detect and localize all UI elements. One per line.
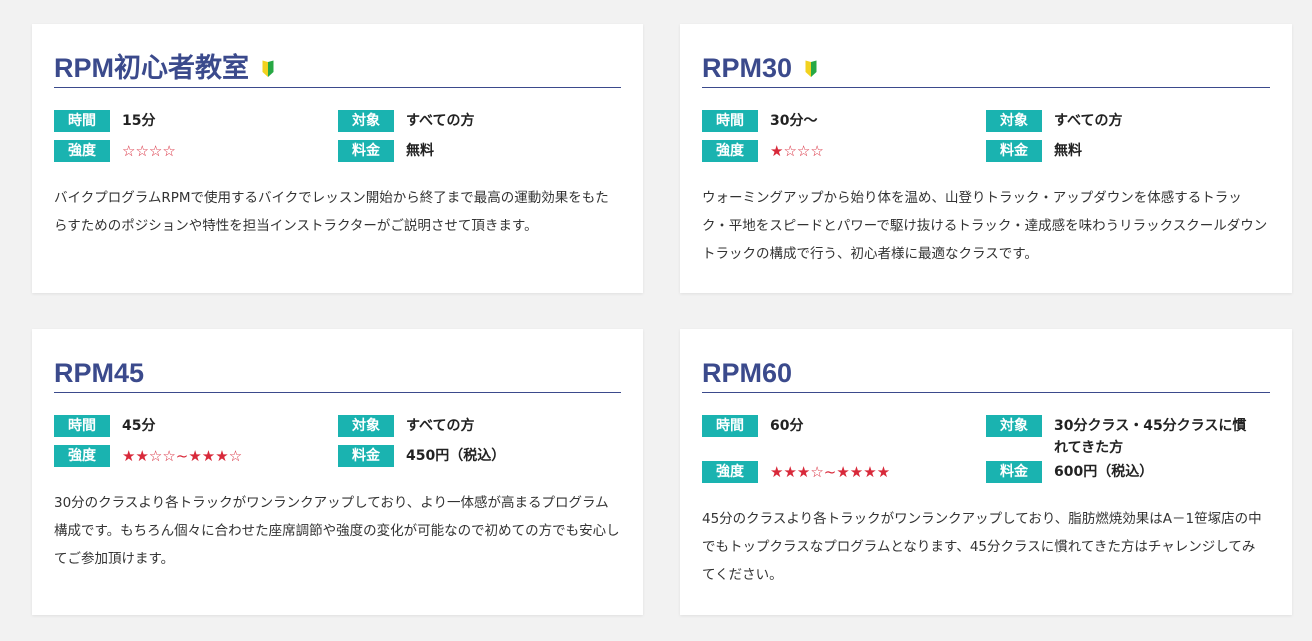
time-tag: 時間 [702,415,758,437]
intensity-stars: ☆☆☆☆ [122,142,176,160]
intensity-tag: 強度 [702,140,758,162]
class-description: バイクプログラムRPMで使用するバイクでレッスン開始から終了まで最高の運動効果を… [54,190,609,234]
class-card-rpm60: RPM60 時間 60分 対象 30分クラス・45分クラスに慣れてきた方 強度 … [680,329,1292,615]
target-tag: 対象 [338,110,394,132]
intensity-tag: 強度 [702,461,758,483]
fee-tag: 料金 [986,461,1042,483]
time-value: 60分 [770,418,804,434]
class-description: 45分のクラスより各トラックがワンランクアップしており、脂肪燃焼効果はA－1笹塚… [702,511,1262,583]
card-title-text: RPM45 [54,357,145,388]
target-tag: 対象 [338,415,394,437]
fee-value: 600円（税込） [1054,464,1154,480]
card-title-text: RPM30 [702,52,793,83]
info-row-target: 対象 すべての方 [338,415,474,437]
fee-tag: 料金 [338,140,394,162]
class-description: ウォーミングアップから始り体を温め、山登りトラック・アップダウンを体感するトラッ… [702,190,1268,262]
target-tag: 対象 [986,415,1042,437]
time-value: 30分～ [770,113,818,129]
card-title-text: RPM60 [702,357,793,388]
target-value: すべての方 [406,113,475,129]
card-title: RPM30 [702,48,1270,88]
time-tag: 時間 [54,415,110,437]
fee-value: 無料 [406,143,434,159]
info-row-intensity: 強度 ★★★☆~★★★★ [702,461,890,483]
target-value: すべての方 [406,418,475,434]
time-tag: 時間 [702,110,758,132]
info-row-fee: 料金 無料 [338,140,434,162]
class-info: 時間 45分 対象 すべての方 強度 ★★☆☆~★★★☆ 料金 450円（税込） [54,415,621,471]
target-value: 30分クラス・45分クラスに慣れてきた方 [1054,418,1247,456]
info-row-target: 対象 すべての方 [986,110,1122,132]
intensity-stars: ★★☆☆~★★★☆ [122,447,243,465]
info-row-time: 時間 15分 [54,110,155,132]
card-title: RPM45 [54,353,621,393]
card-title: RPM60 [702,353,1270,393]
target-tag: 対象 [986,110,1042,132]
intensity-stars: ★☆☆☆ [770,142,824,160]
info-row-time: 時間 45分 [54,415,155,437]
class-info: 時間 15分 対象 すべての方 強度 ☆☆☆☆ 料金 無料 [54,110,621,166]
class-description: 30分のクラスより各トラックがワンランクアップしており、より一体感が高まるプログ… [54,495,620,567]
info-row-time: 時間 60分 [702,415,803,437]
class-card-rpm30: RPM30 時間 30分～ 対象 すべての方 強度 ★☆☆☆ 料金 無料 ウォー… [680,24,1292,293]
card-title: RPM初心者教室 [54,48,621,88]
intensity-tag: 強度 [54,140,110,162]
info-row-fee: 料金 450円（税込） [338,445,505,467]
time-tag: 時間 [54,110,110,132]
info-row-target: 対象 すべての方 [338,110,474,132]
info-row-fee: 料金 600円（税込） [986,461,1153,483]
class-card-rpm-beginner: RPM初心者教室 時間 15分 対象 すべての方 強度 ☆☆☆☆ 料金 無料 バ… [32,24,643,293]
info-row-fee: 料金 無料 [986,140,1082,162]
intensity-stars: ★★★☆~★★★★ [770,463,891,481]
beginner-leaf-icon [805,60,817,77]
info-row-time: 時間 30分～ [702,110,817,132]
intensity-tag: 強度 [54,445,110,467]
info-row-intensity: 強度 ☆☆☆☆ [54,140,176,162]
fee-value: 450円（税込） [406,448,506,464]
info-row-intensity: 強度 ★★☆☆~★★★☆ [54,445,242,467]
info-row-target: 対象 30分クラス・45分クラスに慣れてきた方 [986,415,1254,459]
fee-tag: 料金 [338,445,394,467]
time-value: 15分 [122,113,156,129]
card-title-text: RPM初心者教室 [54,52,249,83]
class-info: 時間 30分～ 対象 すべての方 強度 ★☆☆☆ 料金 無料 [702,110,1270,166]
class-card-rpm45: RPM45 時間 45分 対象 すべての方 強度 ★★☆☆~★★★☆ 料金 45… [32,329,643,615]
beginner-leaf-icon [262,60,274,77]
fee-tag: 料金 [986,140,1042,162]
target-value: すべての方 [1054,113,1123,129]
class-info: 時間 60分 対象 30分クラス・45分クラスに慣れてきた方 強度 ★★★☆~★… [702,415,1270,487]
info-row-intensity: 強度 ★☆☆☆ [702,140,824,162]
fee-value: 無料 [1054,143,1082,159]
time-value: 45分 [122,418,156,434]
